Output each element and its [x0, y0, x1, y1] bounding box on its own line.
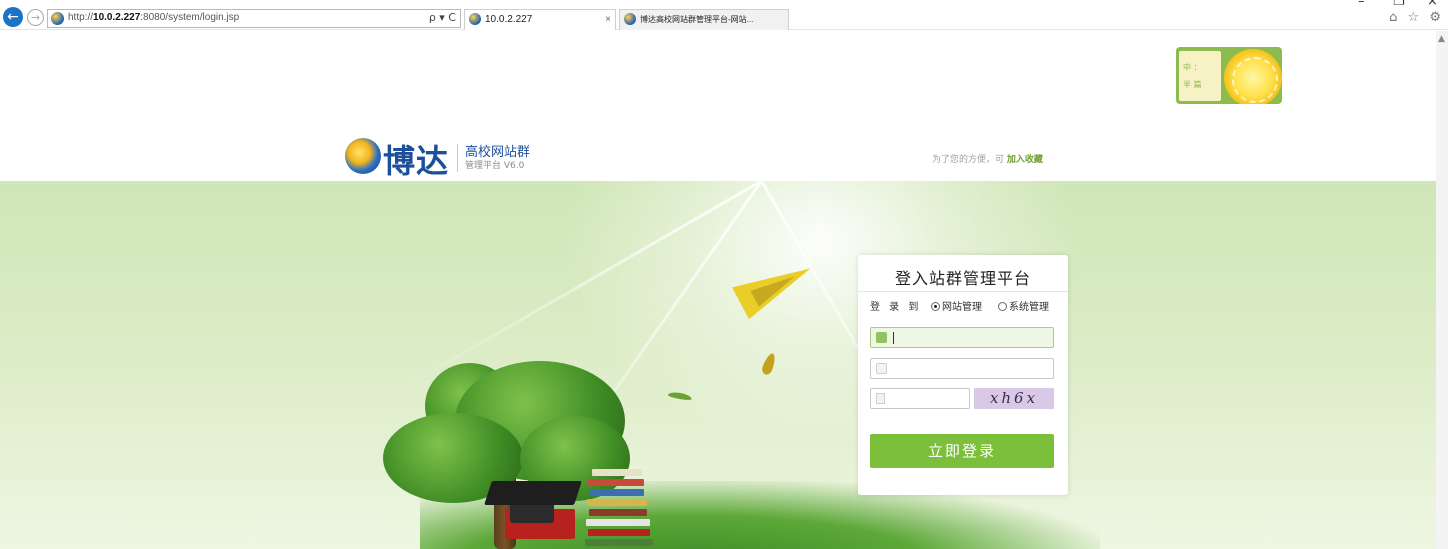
book	[587, 499, 647, 506]
username-input[interactable]	[893, 329, 1043, 346]
window-close-icon[interactable]: ×	[1427, 0, 1438, 9]
book	[585, 539, 653, 546]
back-arrow-icon[interactable]: ←	[3, 7, 23, 27]
radio-label: 网站管理	[942, 302, 982, 313]
address-url[interactable]: http://10.0.2.227:8080/system/login.jsp	[68, 12, 239, 23]
forward-arrow-icon[interactable]: →	[27, 9, 44, 26]
captcha-image[interactable]: xh6x	[974, 388, 1054, 409]
ad-char: 篇	[1193, 80, 1202, 89]
browser-tab[interactable]: 博达高校网站群管理平台-网站...	[619, 9, 789, 30]
book	[586, 519, 650, 526]
logo-icon	[345, 138, 381, 174]
address-bar[interactable]: http://10.0.2.227:8080/system/login.jsp …	[47, 9, 461, 28]
password-field[interactable]	[870, 358, 1054, 379]
captcha-input[interactable]	[891, 390, 965, 407]
login-panel: 登入站群管理平台 登 录 到 网站管理 系统管理 xh6x 立即登录	[858, 255, 1068, 495]
book-stack-illustration	[584, 459, 662, 549]
tab-favicon-icon	[469, 13, 481, 25]
tab-close-icon[interactable]: ×	[605, 10, 611, 29]
browser-home-favorites-settings-icons[interactable]: ⌂ ☆ ⚙	[1389, 10, 1444, 25]
captcha-field[interactable]	[870, 388, 970, 409]
lemon-ad-banner[interactable]: 中 ： 半 篇	[1176, 47, 1282, 104]
radio-system-management[interactable]: 系统管理	[998, 298, 1049, 313]
tab-title: 博达高校网站群管理平台-网站...	[640, 15, 754, 24]
book	[589, 509, 647, 516]
search-refresh-tools[interactable]: ρ ▾ C	[429, 11, 456, 24]
radio-site-management[interactable]: 网站管理	[931, 298, 982, 313]
minimize-icon[interactable]: –	[1358, 0, 1365, 9]
radio-label: 系统管理	[1009, 302, 1049, 313]
restore-icon[interactable]: ❐	[1393, 0, 1405, 9]
login-title: 登入站群管理平台	[894, 269, 1031, 288]
hero-banner	[0, 181, 1436, 549]
user-icon	[876, 332, 887, 343]
book	[592, 469, 642, 476]
tab-title: 10.0.2.227	[485, 14, 533, 25]
add-bookmark-link[interactable]: 加入收藏	[1007, 155, 1043, 165]
ad-text-box: 中 ： 半 篇	[1179, 51, 1221, 101]
logo-divider	[457, 144, 458, 172]
password-input[interactable]	[893, 360, 1043, 377]
radio-checked-icon[interactable]	[931, 302, 940, 311]
scroll-up-icon[interactable]: ▲	[1438, 34, 1445, 44]
book	[588, 479, 644, 486]
tab-favicon-icon	[624, 13, 636, 25]
username-field[interactable]	[870, 327, 1054, 348]
brand-name: 博达	[383, 142, 450, 180]
lemon-image	[1224, 49, 1282, 104]
logo-version: 管理平台 V6.0	[465, 161, 525, 171]
login-divider	[858, 291, 1068, 292]
bookmark-hint: 为了您的方便，可 加入收藏	[932, 152, 1043, 165]
captcha-icon	[876, 393, 885, 404]
ad-char: 半	[1183, 80, 1191, 89]
bookmark-text: 为了您的方便，可	[932, 155, 1005, 165]
browser-tab-active[interactable]: 10.0.2.227 ×	[464, 9, 616, 30]
ad-char: 中	[1183, 63, 1191, 72]
ad-char: ：	[1193, 63, 1202, 72]
login-button[interactable]: 立即登录	[870, 434, 1054, 468]
browser-toolbar: ← → http://10.0.2.227:8080/system/login.…	[0, 0, 1448, 30]
graduation-cap-icon	[484, 481, 582, 505]
book	[588, 529, 650, 536]
login-to-label: 登 录 到	[870, 302, 922, 313]
site-favicon-icon	[51, 12, 64, 25]
lock-icon	[876, 363, 887, 374]
book	[590, 489, 644, 496]
radio-unchecked-icon[interactable]	[998, 302, 1007, 311]
page-scrollbar[interactable]: ▲	[1436, 31, 1448, 549]
